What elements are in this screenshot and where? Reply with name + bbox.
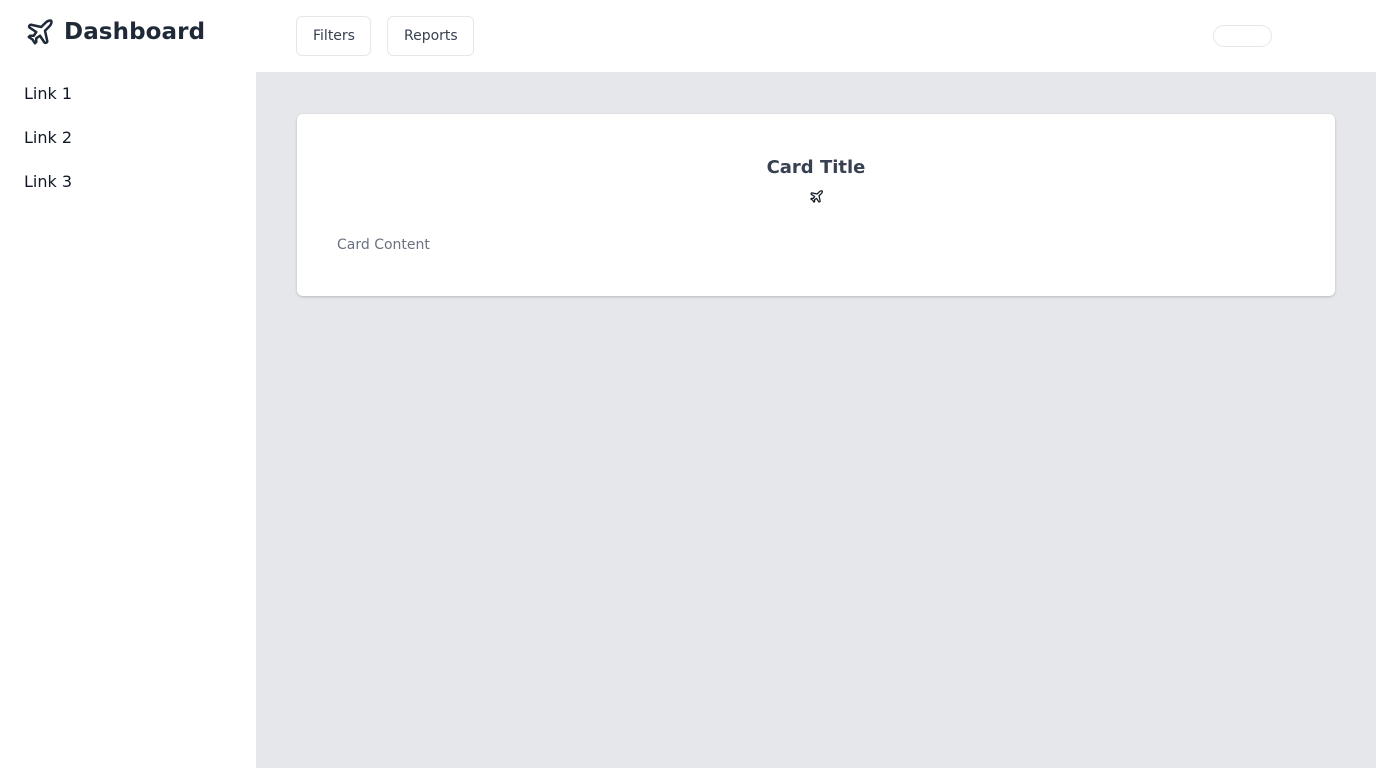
content-card: Card Title Card Content [297, 114, 1335, 296]
airplane-icon [808, 188, 824, 204]
sidebar-link-3[interactable]: Link 3 [24, 168, 72, 212]
sidebar-nav: Link 1 Link 2 Link 3 [24, 80, 72, 212]
card-content: Card Content [337, 237, 430, 253]
sidebar-link-2[interactable]: Link 2 [24, 124, 72, 168]
topbar: Filters Reports [256, 0, 1376, 72]
card-title: Card Title [766, 157, 866, 178]
filters-button[interactable]: Filters [296, 16, 371, 56]
brand-title: Dashboard [64, 19, 206, 45]
sidebar: Dashboard Link 1 Link 2 Link 3 [0, 0, 256, 768]
toggle-switch[interactable] [1213, 25, 1272, 47]
sidebar-link-1[interactable]: Link 1 [24, 80, 72, 124]
brand[interactable]: Dashboard [24, 16, 205, 48]
reports-button[interactable]: Reports [387, 16, 474, 56]
airplane-icon [24, 16, 56, 48]
